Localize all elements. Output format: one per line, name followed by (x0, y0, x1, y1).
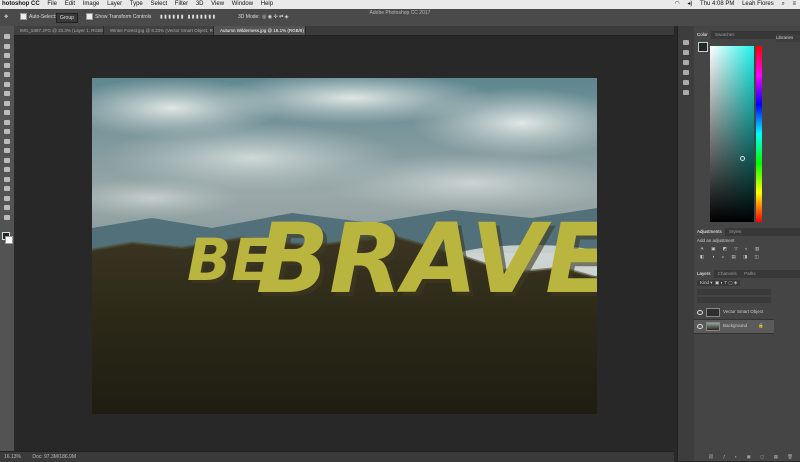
hand-tool-icon[interactable] (3, 205, 11, 211)
healing-tool-icon[interactable] (3, 91, 11, 97)
color-picker-marker[interactable] (740, 156, 745, 161)
eraser-tool-icon[interactable] (3, 129, 11, 135)
layer-name[interactable]: Background (723, 323, 747, 329)
brush-icon[interactable] (683, 80, 689, 85)
tab-img-5487[interactable]: IMG_5487.JPG @ 33.3% (Layer 1, RGB/8*) (14, 26, 104, 35)
clock[interactable]: Thu 4:08 PM (700, 1, 734, 7)
layer-name[interactable]: Vector Smart Object (723, 309, 763, 315)
zoom-level[interactable]: 16.13% (4, 454, 21, 460)
app-menu[interactable]: hotoshop CC (2, 0, 40, 9)
list-icon[interactable]: ≡ (792, 1, 796, 7)
gradient-tool-icon[interactable] (3, 138, 11, 145)
panel-icon-strip (677, 26, 694, 461)
user-name[interactable]: Leah Flores (742, 1, 774, 7)
window-title: Adobe Photoshop CC 2017 (369, 10, 431, 16)
lock-icon: 🔒 (758, 323, 764, 328)
wifi-icon[interactable]: ◠ (674, 1, 679, 7)
tab-color[interactable]: Color (694, 31, 711, 39)
hue-slider[interactable] (756, 46, 762, 222)
lock-row[interactable] (697, 297, 771, 303)
foreground-swatch[interactable] (698, 42, 708, 52)
menu-3d[interactable]: 3D (196, 0, 204, 9)
visibility-eye-icon[interactable] (697, 324, 703, 329)
blur-tool-icon[interactable] (3, 148, 11, 154)
menu-help[interactable]: Help (261, 0, 273, 9)
quick-select-tool-icon[interactable] (3, 62, 11, 69)
layer-thumbnail (706, 308, 720, 317)
menu-select[interactable]: Select (150, 0, 167, 9)
tools-panel (0, 26, 15, 451)
path-select-tool-icon[interactable] (3, 186, 11, 192)
status-menus: ◠ ◂) Thu 4:08 PM Leah Flores ⌕ ≡ (668, 0, 796, 9)
history-icon[interactable] (683, 40, 689, 45)
status-bar: 16.13% Doc: 97.3M/186.9M (0, 451, 674, 462)
brush-tool-icon[interactable] (3, 100, 11, 107)
crop-tool-icon[interactable] (3, 72, 11, 78)
search-icon[interactable]: ⌕ (781, 1, 784, 7)
volume-icon[interactable]: ◂) (687, 1, 692, 7)
layer-thumbnail (706, 322, 720, 331)
pen-tool-icon[interactable] (3, 167, 11, 173)
adjustments-panel-tabs: Adjustments Styles (694, 228, 800, 236)
document-tabs: IMG_5487.JPG @ 33.3% (Layer 1, RGB/8*) W… (14, 26, 674, 36)
properties-icon[interactable] (683, 50, 689, 55)
adjust-hint: Add an adjustment (697, 238, 735, 243)
canvas-image: BE BE BRAVE BRAVE (92, 78, 597, 414)
kind-label: Kind (700, 280, 710, 285)
doc-size[interactable]: Doc: 97.3M/186.9M (32, 454, 76, 460)
adjustment-icons-row2[interactable]: ◧ ◑ ◒ ▤ ◨ ◫ (700, 254, 762, 260)
dodge-tool-icon[interactable] (3, 157, 11, 164)
layers-panel-tabs: Layers Channels Paths (694, 270, 800, 278)
menu-file[interactable]: File (47, 0, 57, 9)
eyedropper-tool-icon[interactable] (3, 81, 11, 88)
tab-channels[interactable]: Channels (715, 270, 740, 278)
menu-image[interactable]: Image (83, 0, 100, 9)
headline-brave: BRAVE (256, 203, 597, 315)
menu-edit[interactable]: Edit (65, 0, 75, 9)
marquee-tool-icon[interactable] (3, 43, 11, 50)
character-icon[interactable] (683, 70, 689, 75)
right-panels: Color Swatches Adjustments Styles Add an… (694, 26, 800, 461)
layer-action-icons[interactable]: ⛓ ƒ ◐ ▣ ▢ ▦ 🗑 (708, 454, 797, 460)
paragraph-icon[interactable] (683, 60, 689, 65)
clouds (92, 78, 597, 218)
info-icon[interactable] (683, 90, 689, 95)
background-color-swatch[interactable] (5, 236, 13, 244)
blend-mode-row[interactable] (697, 289, 771, 295)
tab-adjustments[interactable]: Adjustments (694, 228, 725, 236)
clone-stamp-tool-icon[interactable] (3, 110, 11, 116)
color-field[interactable] (710, 46, 754, 222)
tab-paths[interactable]: Paths (741, 270, 759, 278)
history-brush-tool-icon[interactable] (3, 119, 11, 126)
tab-winter-forest[interactable]: Winter Forest.jpg @ 8.33% (Vector Smart … (104, 26, 214, 35)
zoom-tool-icon[interactable] (3, 214, 11, 221)
visibility-eye-icon[interactable] (697, 310, 703, 315)
layer-row[interactable]: Vector Smart Object (694, 306, 774, 320)
move-tool-icon[interactable] (3, 34, 11, 40)
document-canvas[interactable]: BE BE BRAVE BRAVE (92, 78, 597, 414)
menu-window[interactable]: Window (232, 0, 253, 9)
rectangle-tool-icon[interactable] (3, 195, 11, 202)
layer-row-selected[interactable]: Background 🔒 (694, 320, 774, 334)
tab-swatches[interactable]: Swatches (712, 31, 738, 39)
libraries-label: Libraries (776, 35, 794, 40)
menu-type[interactable]: Type (130, 0, 143, 9)
tab-styles[interactable]: Styles (726, 228, 744, 236)
menu-bar: hotoshop CC File Edit Image Layer Type S… (0, 0, 800, 9)
menu-view[interactable]: View (211, 0, 224, 9)
adjustment-icons[interactable]: ☀ ▣ ◩ ▽ ◐ ▥ (700, 246, 762, 252)
menu-layer[interactable]: Layer (107, 0, 122, 9)
tab-layers[interactable]: Layers (694, 270, 714, 278)
libraries-tab[interactable]: Libraries (776, 34, 800, 42)
lasso-tool-icon[interactable] (3, 53, 11, 59)
menu-filter[interactable]: Filter (175, 0, 188, 9)
tab-autumn-wilderness[interactable]: Autumn Wilderness.jpg @ 16.1% (RGB/8) (214, 26, 306, 35)
kind-filter[interactable]: Kind ▾ ▣ ◐ T ▢ ◈ (697, 280, 741, 286)
type-tool-icon[interactable] (3, 176, 11, 183)
